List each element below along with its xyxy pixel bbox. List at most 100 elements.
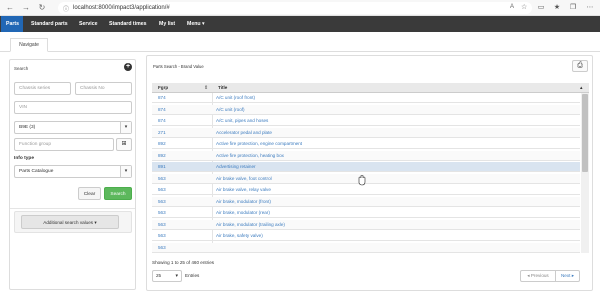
cell-title[interactable]: Active fire protection, heating box: [216, 151, 284, 161]
page-size-select[interactable]: 25 ▾: [152, 270, 182, 282]
results-breadcrumb: Parts Search - Brand Value: [153, 64, 204, 69]
printer-icon: ⎙: [577, 62, 583, 69]
divider: [10, 208, 135, 209]
chassis-no-input[interactable]: Chassis No: [75, 82, 132, 95]
cell-title[interactable]: A/C unit (roof): [216, 105, 245, 115]
cell-title[interactable]: A/C unit, pipes and hoses: [216, 116, 268, 126]
search-button[interactable]: Search: [104, 187, 132, 200]
url-text: localhost:8000/impact3/application/#: [73, 5, 170, 11]
menu-more[interactable]: Menu ▾: [182, 16, 210, 32]
previous-page-button[interactable]: ◂ Previous: [520, 270, 556, 282]
caret-down-icon: ▾: [94, 220, 97, 225]
cell-fgrp[interactable]: 563: [158, 220, 166, 230]
cell-fgrp[interactable]: 874: [158, 105, 166, 115]
more-icon[interactable]: ⋯: [586, 4, 594, 12]
cell-title[interactable]: Active fire protection, engine compartme…: [216, 139, 302, 149]
table-row[interactable]: 563 Air brake, modulator (rear): [152, 208, 580, 218]
main-menu-bar: Parts Standard parts Service Standard ti…: [0, 16, 600, 32]
brand-select[interactable]: B9E (3) ▾: [14, 121, 132, 134]
table-row[interactable]: 892 Active fire protection, engine compar…: [152, 139, 580, 149]
table-row[interactable]: 563 Air brake, modulator (front): [152, 196, 580, 207]
vin-input[interactable]: VIN: [14, 101, 132, 114]
table-row[interactable]: 892 Active fire protection, heating box: [152, 150, 580, 161]
address-bar[interactable]: ⓘ localhost:8000/impact3/application/# A…: [58, 2, 532, 14]
back-icon[interactable]: ←: [6, 4, 14, 12]
info-type-select[interactable]: Parts Catalogue ▾: [14, 165, 132, 178]
cell-fgrp[interactable]: 874: [158, 116, 166, 126]
table-row[interactable]: 874 A/C unit (roof front): [152, 93, 580, 103]
clear-button[interactable]: Clear: [78, 187, 101, 200]
tab-strip: [0, 32, 600, 52]
table-row[interactable]: 874 A/C unit (roof): [152, 104, 580, 115]
info-type-label: Info type: [14, 156, 34, 161]
next-page-button[interactable]: Next ▸: [556, 270, 580, 282]
read-aloud-icon[interactable]: A: [510, 4, 514, 10]
chevron-down-icon: ▾: [175, 273, 178, 279]
cell-title[interactable]: Accelerator pedal and plate: [216, 128, 272, 138]
scroll-up-icon[interactable]: ▴: [580, 83, 583, 93]
favorites-icon[interactable]: ★: [553, 4, 561, 12]
page-size-value: 25: [156, 273, 162, 278]
entries-info: Showing 1 to 25 of 460 entries: [152, 260, 215, 265]
cell-fgrp[interactable]: 563: [158, 185, 166, 195]
search-panel: Search + Chassis series Chassis No VIN B…: [9, 59, 136, 290]
cell-title[interactable]: Air brake, modulator (rear): [216, 208, 270, 218]
chevron-down-icon[interactable]: ▾: [120, 166, 131, 177]
table-row[interactable]: 874 A/C unit, pipes and hoses: [152, 116, 580, 126]
cell-title[interactable]: Air brake, safety valve): [216, 231, 263, 241]
browser-toolbar: ← → ↻ ⓘ localhost:8000/impact3/applicati…: [0, 0, 600, 16]
results-table: Fgrp ⇕ Title ▴ 874 A/C unit (roof front) 8…: [152, 83, 589, 253]
menu-my-list[interactable]: My list: [154, 16, 180, 32]
cell-fgrp[interactable]: 563: [158, 208, 166, 218]
cell-title[interactable]: Air brake, modulator (trailing axle): [216, 220, 285, 230]
add-icon[interactable]: +: [124, 63, 132, 71]
collections-icon[interactable]: ❐: [569, 4, 577, 12]
split-screen-icon[interactable]: ▭: [537, 4, 545, 12]
cell-title[interactable]: Advertising retainer: [216, 162, 256, 172]
col-fgrp-header[interactable]: Fgrp: [158, 83, 168, 93]
tab-navigate[interactable]: Navigate: [10, 38, 48, 52]
table-row[interactable]: 563 Air brake valve, foot control: [152, 173, 580, 184]
sort-icon[interactable]: ⇕: [204, 83, 208, 93]
menu-service[interactable]: Service: [74, 16, 102, 32]
print-button[interactable]: ⎙: [572, 60, 588, 72]
cell-title[interactable]: Air brake valve, relay valve: [216, 185, 271, 195]
cell-fgrp[interactable]: 892: [158, 139, 166, 149]
cell-fgrp[interactable]: 874: [158, 93, 166, 103]
cell-title[interactable]: A/C unit (roof front): [216, 93, 255, 103]
table-header: Fgrp ⇕ Title ▴: [152, 83, 589, 93]
col-title-header[interactable]: Title: [218, 83, 227, 93]
cell-fgrp[interactable]: 892: [158, 151, 166, 161]
table-row[interactable]: 563 Air brake, safety valve): [152, 231, 580, 241]
menu-standard-times[interactable]: Standard times: [104, 16, 151, 32]
additional-search-values-button[interactable]: Additional search values ▾: [21, 215, 119, 229]
cell-fgrp[interactable]: 563: [158, 197, 166, 207]
additional-search-well: Additional search values ▾: [14, 211, 132, 233]
table-row[interactable]: 271 Accelerator pedal and plate: [152, 127, 580, 138]
table-row[interactable]: 563 Air brake valve, relay valve: [152, 185, 580, 195]
cell-fgrp[interactable]: 563: [158, 231, 166, 241]
cell-title[interactable]: Air brake valve, foot control: [216, 174, 272, 184]
cell-fgrp[interactable]: 563: [158, 174, 166, 184]
table-row[interactable]: 563: [152, 242, 580, 253]
function-group-tree-button[interactable]: ⊞: [116, 138, 132, 151]
forward-icon[interactable]: →: [22, 4, 30, 12]
cell-fgrp[interactable]: 271: [158, 128, 166, 138]
tree-icon: ⊞: [121, 141, 127, 147]
scrollbar-thumb[interactable]: [582, 94, 588, 172]
table-row[interactable]: 563 Air brake, modulator (trailing axle): [152, 219, 580, 230]
menu-standard-parts[interactable]: Standard parts: [26, 16, 73, 32]
reload-icon[interactable]: ↻: [38, 4, 46, 12]
cell-fgrp[interactable]: 891: [158, 162, 166, 172]
menu-parts[interactable]: Parts: [1, 16, 23, 32]
favorite-star-icon[interactable]: ☆: [521, 3, 527, 11]
mouse-cursor-icon: [358, 175, 366, 186]
info-icon[interactable]: ⓘ: [63, 4, 69, 13]
table-row[interactable]: 891 Advertising retainer: [152, 162, 580, 172]
chassis-series-input[interactable]: Chassis series: [14, 82, 71, 95]
cell-fgrp[interactable]: 563: [158, 243, 166, 253]
function-group-input[interactable]: Function group: [14, 138, 114, 151]
info-type-value: Parts Catalogue: [19, 169, 54, 174]
cell-title[interactable]: Air brake, modulator (front): [216, 197, 271, 207]
chevron-down-icon[interactable]: ▾: [120, 122, 131, 133]
